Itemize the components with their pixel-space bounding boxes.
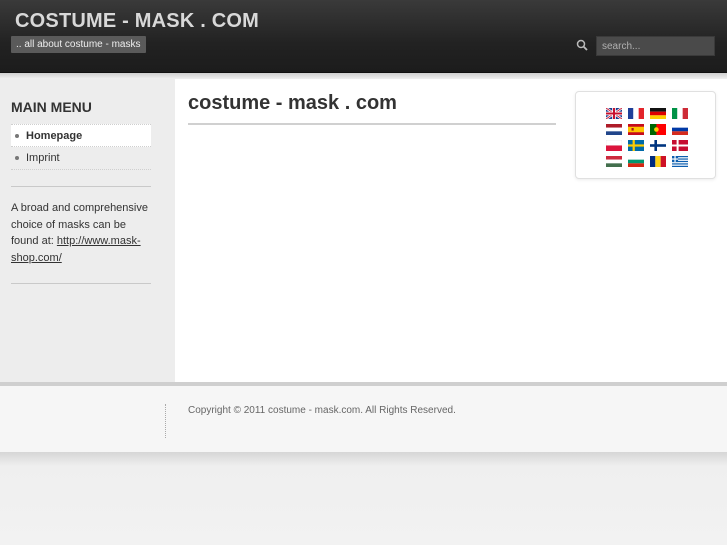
language-selector: [575, 91, 716, 179]
main-content: costume - mask . com: [175, 79, 727, 382]
page-title: costume - mask . com: [188, 92, 397, 114]
menu-item-imprint[interactable]: Imprint: [11, 147, 151, 170]
main-menu: Homepage Imprint: [11, 124, 151, 170]
bullet-icon: [15, 156, 19, 160]
bulgaria-flag-icon[interactable]: [628, 156, 644, 167]
uk-flag-icon[interactable]: [606, 108, 622, 119]
spain-flag-icon[interactable]: [628, 124, 644, 135]
page-bottom: [0, 452, 727, 545]
title-divider: [188, 123, 556, 125]
portugal-flag-icon[interactable]: [650, 124, 666, 135]
menu-item-homepage[interactable]: Homepage: [11, 124, 151, 147]
search-icon[interactable]: [576, 39, 588, 51]
footer-divider: [165, 404, 166, 438]
menu-item-label: Imprint: [26, 152, 60, 164]
denmark-flag-icon[interactable]: [672, 140, 688, 151]
finland-flag-icon[interactable]: [650, 140, 666, 151]
site-title[interactable]: COSTUME - MASK . COM: [15, 10, 259, 33]
site-footer: Copyright © 2011 costume - mask.com. All…: [0, 386, 727, 452]
poland-flag-icon[interactable]: [606, 140, 622, 151]
netherlands-flag-icon[interactable]: [606, 124, 622, 135]
copyright-text: Copyright © 2011 costume - mask.com. All…: [188, 405, 456, 416]
search-input[interactable]: [596, 36, 715, 56]
flag-grid: [606, 108, 688, 167]
sidebar-divider: [11, 186, 151, 187]
site-tagline: .. all about costume - masks: [11, 36, 146, 53]
site-header: COSTUME - MASK . COM .. all about costum…: [0, 0, 727, 73]
romania-flag-icon[interactable]: [650, 156, 666, 167]
sidebar: MAIN MENU Homepage Imprint A broad and c…: [0, 79, 175, 382]
hungary-flag-icon[interactable]: [606, 156, 622, 167]
menu-item-label: Homepage: [26, 130, 83, 142]
sidebar-divider: [11, 283, 151, 284]
russia-flag-icon[interactable]: [672, 124, 688, 135]
greece-flag-icon[interactable]: [672, 156, 688, 167]
main-menu-title: MAIN MENU: [11, 99, 92, 115]
sidebar-text: A broad and comprehensive choice of mask…: [11, 200, 156, 266]
germany-flag-icon[interactable]: [650, 108, 666, 119]
sweden-flag-icon[interactable]: [628, 140, 644, 151]
france-flag-icon[interactable]: [628, 108, 644, 119]
italy-flag-icon[interactable]: [672, 108, 688, 119]
bullet-icon: [15, 134, 19, 138]
